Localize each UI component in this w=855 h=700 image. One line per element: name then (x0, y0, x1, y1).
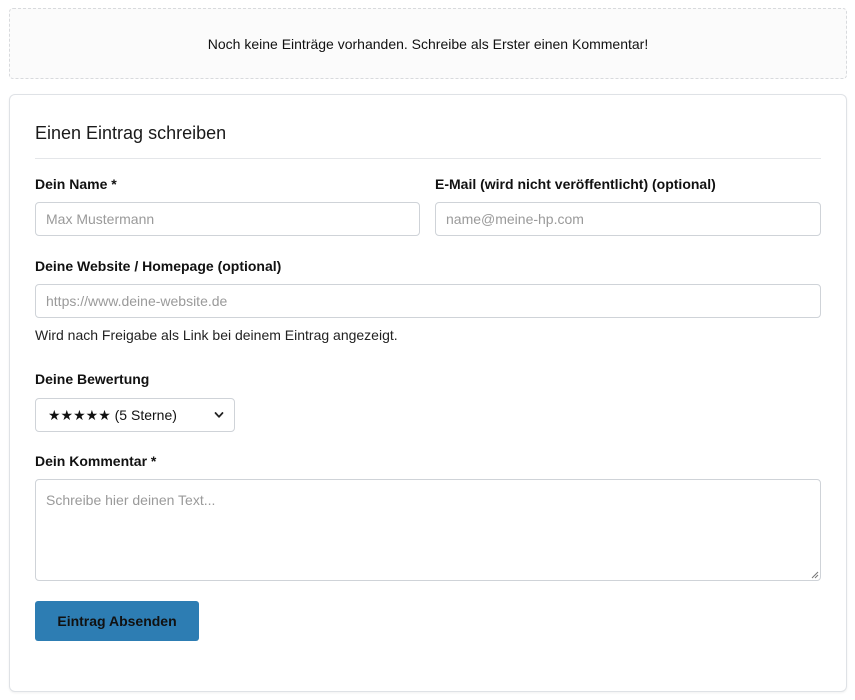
empty-entries-text: Noch keine Einträge vorhanden. Schreibe … (207, 35, 649, 52)
chevron-down-icon (214, 412, 224, 418)
email-label: E-Mail (wird nicht veröffentlicht) (opti… (435, 176, 716, 192)
website-input[interactable] (35, 284, 821, 318)
comment-textarea[interactable] (35, 479, 821, 581)
email-input[interactable] (435, 202, 821, 236)
rating-label: Deine Bewertung (35, 371, 150, 387)
rating-select[interactable]: ★★★★★ (5 Sterne) (35, 398, 235, 432)
name-input[interactable] (35, 202, 420, 236)
website-label: Deine Website / Homepage (optional) (35, 258, 282, 274)
resize-grip-icon[interactable] (811, 571, 819, 579)
submit-entry-button[interactable]: Eintrag Absenden (35, 601, 199, 641)
empty-entries-notice: Noch keine Einträge vorhanden. Schreibe … (9, 8, 847, 79)
title-divider (35, 158, 821, 159)
guestbook-form-card: Einen Eintrag schreiben Dein Name * E-Ma… (9, 94, 847, 692)
website-hint: Wird nach Freigabe als Link bei deinem E… (35, 327, 398, 343)
form-title: Einen Eintrag schreiben (35, 123, 227, 143)
rating-selected-value: ★★★★★ (5 Sterne) (48, 406, 177, 423)
comment-label: Dein Kommentar * (35, 453, 157, 469)
name-label: Dein Name * (35, 176, 117, 192)
